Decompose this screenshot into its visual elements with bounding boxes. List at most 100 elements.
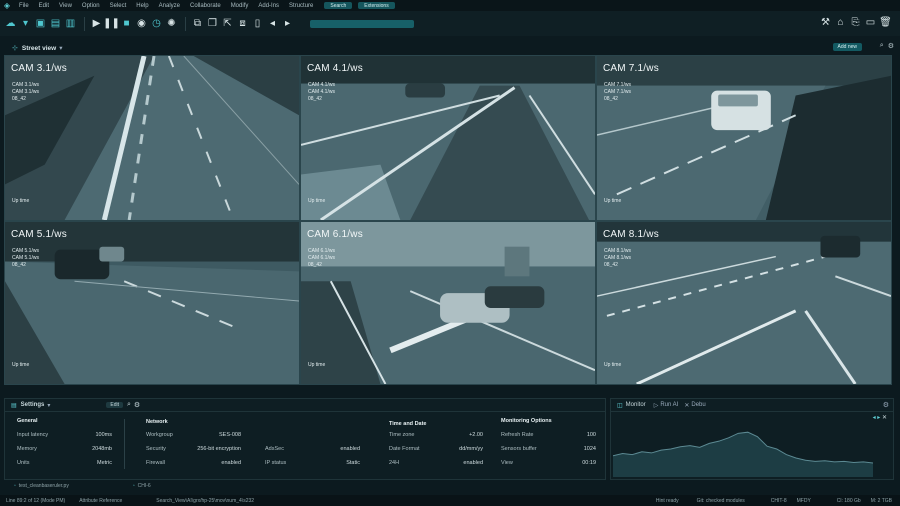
tab-debug[interactable]: Debu	[691, 402, 705, 408]
record-icon[interactable]: ◉	[135, 17, 148, 30]
cursor-position[interactable]: Line 89:2 of 12 (Mode PM)	[6, 498, 65, 504]
setting-value[interactable]: 2048mb	[65, 446, 112, 452]
menu-help[interactable]: Help	[131, 3, 153, 9]
menu-edit[interactable]: Edit	[34, 3, 54, 9]
setting-value[interactable]: Static	[305, 460, 360, 466]
export-icon[interactable]: ⇱	[221, 17, 234, 30]
menu-select[interactable]: Select	[105, 3, 132, 9]
trash-icon[interactable]: 🗑	[879, 16, 892, 29]
arrow-right-icon[interactable]: ▸	[877, 415, 880, 421]
minimize-icon[interactable]: ▭	[864, 16, 877, 29]
duplicate-icon[interactable]: ⧈	[236, 17, 249, 30]
search-icon[interactable]: ⌕	[127, 401, 131, 409]
setting-value[interactable]: +2.00	[445, 432, 483, 438]
camera-tile[interactable]: CAM 3.1/ws CAM 3.1/ws CAM 3.1/ws 08_42 U…	[4, 55, 300, 221]
forward-arrow-icon[interactable]: ▸	[281, 17, 294, 30]
search-icon[interactable]: ⌕	[880, 42, 884, 50]
menu-option[interactable]: Option	[77, 3, 105, 9]
menu-structure[interactable]: Structure	[284, 3, 318, 9]
camera-title: CAM 5.1/ws	[11, 229, 67, 240]
camera-info-line: CAM 4.1/ws	[308, 89, 335, 95]
setting-value[interactable]: 100	[555, 432, 596, 438]
setting-label: Security	[146, 446, 166, 452]
menu-add-ins[interactable]: Add-Ins	[253, 3, 284, 9]
add-new-button[interactable]: Add new	[832, 43, 862, 51]
cloud-icon[interactable]: ☁	[4, 17, 17, 30]
setting-value[interactable]: dd/mm/yy	[445, 446, 483, 452]
setting-value[interactable]: enabled	[195, 460, 241, 466]
camera-info-line: 08_42	[308, 262, 322, 268]
menu-view[interactable]: View	[54, 3, 77, 9]
attribute-reference-link[interactable]: Attribute Reference	[79, 498, 122, 504]
setting-value[interactable]: 00:19	[555, 460, 596, 466]
tools-icon[interactable]: ⚒	[819, 16, 832, 29]
debug-icon[interactable]: ✕	[684, 402, 689, 409]
setting-value[interactable]: 100ms	[65, 432, 112, 438]
camera-tile[interactable]: CAM 4.1/ws CAM 4.1/ws CAM 4.1/ws 08_42 U…	[300, 55, 596, 221]
setting-value[interactable]: Metric	[65, 460, 112, 466]
bookmark-icon[interactable]: ▾	[19, 17, 32, 30]
print-icon[interactable]: ▥	[64, 17, 77, 30]
pause-icon[interactable]: ❚❚	[103, 17, 120, 30]
app-logo-icon: ◈	[3, 1, 11, 10]
setting-label: View	[501, 460, 513, 466]
camera-info-line: CAM 4.1/ws	[308, 82, 335, 88]
layers-icon[interactable]: ⧉	[191, 17, 204, 30]
camera-tile[interactable]: CAM 7.1/ws CAM 7.1/ws CAM 7.1/ws 08_42 U…	[596, 55, 892, 221]
menu-file[interactable]: File	[14, 3, 34, 9]
camera-tile[interactable]: CAM 8.1/ws CAM 8.1/ws CAM 8.1/ws 08_42 U…	[596, 221, 892, 385]
menu-collaborate[interactable]: Collaborate	[185, 3, 226, 9]
camera-info-line: CAM 5.1/ws	[12, 248, 39, 254]
play-icon[interactable]: ▶	[90, 17, 103, 30]
back-arrow-icon[interactable]: ◂	[266, 17, 279, 30]
setting-value[interactable]: enabled	[305, 446, 360, 452]
gear-icon[interactable]: ⚙	[134, 401, 140, 409]
open-file-name[interactable]: test_cleanbaseruler.py	[19, 483, 69, 489]
setting-value[interactable]: 1024	[555, 446, 596, 452]
current-path[interactable]: Search_View\AI\grx/hp-25\mov\num_4\s232	[156, 498, 254, 504]
menu-analyze[interactable]: Analyze	[154, 3, 185, 9]
chevron-down-icon[interactable]: ▾	[47, 402, 50, 409]
setting-value[interactable]: 256-bit encryption	[175, 446, 241, 452]
document-icon[interactable]: ▯	[251, 17, 264, 30]
arrow-left-icon[interactable]: ◂	[873, 415, 876, 421]
close-icon[interactable]: ✕	[882, 415, 887, 421]
menu-icon[interactable]: ▤	[11, 402, 17, 409]
edit-button[interactable]: Edit	[106, 402, 123, 408]
search-menu-button[interactable]: Search	[324, 2, 353, 9]
setting-label: AdsSec	[265, 446, 284, 452]
gear-icon[interactable]: ⚙	[883, 401, 889, 409]
camera-tile[interactable]: CAM 5.1/ws CAM 5.1/ws CAM 5.1/ws 08_42 U…	[4, 221, 300, 385]
command-field[interactable]	[310, 19, 414, 28]
tab-monitor[interactable]: Monitor	[626, 402, 646, 408]
stop-icon[interactable]: ■	[120, 17, 133, 30]
copy-icon[interactable]: ❐	[206, 17, 219, 30]
chevron-down-icon[interactable]: ▾	[59, 44, 62, 52]
camera-info-line: CAM 3.1/ws	[12, 89, 39, 95]
view-title[interactable]: Street view	[22, 45, 56, 52]
camera-info-line: 08_42	[604, 262, 618, 268]
pin-icon[interactable]: ⊹	[12, 44, 18, 52]
setting-label: IP status	[265, 460, 287, 466]
camera-uptime: Up time	[308, 362, 326, 368]
folder-icon[interactable]: ▤	[49, 17, 62, 30]
general-heading: General	[17, 418, 38, 424]
setting-value[interactable]: enabled	[445, 460, 483, 466]
gear-icon[interactable]: ⚙	[888, 42, 894, 50]
camera-tile[interactable]: CAM 6.1/ws CAM 6.1/ws CAM 6.1/ws 08_42 U…	[300, 221, 596, 385]
app-window: ◈ File Edit View Option Select Help Anal…	[0, 0, 900, 506]
setting-value[interactable]: SES-008	[195, 432, 241, 438]
tab-run-ai[interactable]: Run AI	[660, 402, 678, 408]
camera-title: CAM 7.1/ws	[603, 63, 659, 74]
git-status[interactable]: Git: checked modules	[697, 498, 745, 504]
menu-modify[interactable]: Modify	[226, 3, 254, 9]
monitor-area	[613, 432, 873, 477]
timer-icon[interactable]: ◷	[150, 17, 163, 30]
building-icon[interactable]: ⌂	[834, 16, 847, 29]
settings-icon[interactable]: ✺	[165, 17, 178, 30]
extensions-menu-button[interactable]: Extensions	[358, 2, 395, 9]
export-file-icon[interactable]: ⎘	[849, 16, 862, 29]
save-icon[interactable]: ▣	[34, 17, 47, 30]
toolbar-divider	[84, 16, 85, 31]
play-icon[interactable]: ▷	[654, 402, 659, 409]
